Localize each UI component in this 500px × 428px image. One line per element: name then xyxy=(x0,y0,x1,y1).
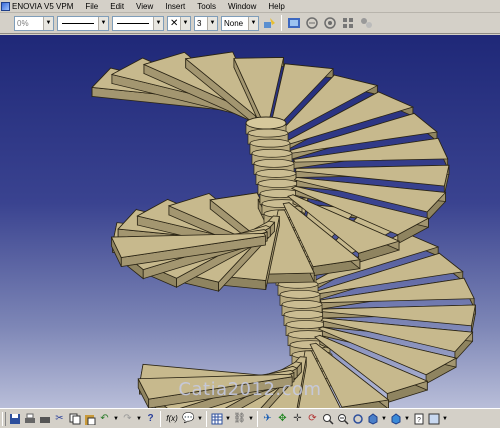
graphic-properties-toolbar: 0% ▼ ▼ ▼ ✕ ▼ 3 ▼ None ▼ xyxy=(0,13,500,34)
layer-combo[interactable]: None ▼ xyxy=(221,15,259,31)
format-painter-icon[interactable] xyxy=(262,16,277,31)
line-type-sample xyxy=(62,22,94,24)
formula-icon[interactable]: f(x) xyxy=(164,412,180,426)
toolbar-separator xyxy=(160,410,161,427)
chevron-down-icon[interactable]: ▼ xyxy=(43,16,53,30)
chevron-down-icon[interactable]: ▼ xyxy=(180,16,190,30)
toolbar-separator xyxy=(281,15,282,31)
chevron-down-icon[interactable]: ▼ xyxy=(248,412,254,426)
table-icon[interactable] xyxy=(210,412,223,426)
save-icon[interactable] xyxy=(8,412,21,426)
rotate-icon[interactable]: ⟳ xyxy=(306,412,319,426)
menu-insert[interactable]: Insert xyxy=(159,0,191,13)
grip-handle[interactable] xyxy=(2,411,6,426)
redo-icon[interactable]: ↷ xyxy=(121,412,134,426)
hide-show-icon[interactable]: ? xyxy=(412,412,425,426)
grip-handle[interactable] xyxy=(2,15,11,31)
3d-viewport[interactable]: Catia2012.com xyxy=(0,35,500,408)
shading-icon[interactable] xyxy=(389,412,402,426)
transparency-value: 0% xyxy=(17,18,29,28)
chevron-down-icon[interactable]: ▼ xyxy=(442,412,448,426)
fly-mode-icon[interactable]: ✈ xyxy=(261,412,274,426)
menu-file[interactable]: File xyxy=(79,0,104,13)
undo-icon[interactable]: ↶ xyxy=(98,412,111,426)
chevron-down-icon[interactable]: ▼ xyxy=(225,412,231,426)
copy-icon[interactable] xyxy=(68,412,81,426)
views-icon[interactable] xyxy=(366,412,379,426)
chevron-down-icon[interactable]: ▼ xyxy=(404,412,410,426)
menu-window[interactable]: Window xyxy=(222,0,262,13)
chevron-down-icon[interactable]: ▼ xyxy=(197,412,203,426)
menu-help[interactable]: Help xyxy=(262,0,290,13)
column-cap xyxy=(245,116,287,130)
app-title: ENOVIA V5 VPM xyxy=(12,1,74,11)
line-count-combo[interactable]: 3 ▼ xyxy=(194,15,218,31)
properties-icon[interactable] xyxy=(322,16,337,31)
toolbar-separator xyxy=(257,410,258,427)
normal-view-icon[interactable] xyxy=(351,412,364,426)
watermark-text: Catia2012.com xyxy=(178,379,322,400)
spiral-staircase-model[interactable] xyxy=(0,35,500,408)
line-count-value: 3 xyxy=(197,18,202,28)
knowledge-icon[interactable] xyxy=(358,16,373,31)
menu-view[interactable]: View xyxy=(130,0,159,13)
whats-this-icon[interactable]: ? xyxy=(144,412,157,426)
menu-bar: ENOVIA V5 VPM File Edit View Insert Tool… xyxy=(0,0,500,13)
menu-tools[interactable]: Tools xyxy=(191,0,222,13)
apply-material-icon[interactable] xyxy=(286,16,301,31)
chevron-down-icon[interactable]: ▼ xyxy=(207,16,217,30)
cut-icon[interactable]: ✂ xyxy=(53,412,66,426)
menu-edit[interactable]: Edit xyxy=(104,0,130,13)
chevron-down-icon[interactable]: ▼ xyxy=(98,16,108,30)
toolbar-separator xyxy=(206,410,207,427)
bottom-toolbar: ✂ ↶ ▼ ↷ ▼ ? f(x) 💬 ▼ ▼ ⛓ ▼ ✈ ✥ ✛ ⟳ ▼ ▼ ?… xyxy=(0,408,500,428)
swap-visible-space-icon[interactable] xyxy=(427,412,440,426)
transparency-combo[interactable]: 0% ▼ xyxy=(14,15,54,31)
hyperlink-icon[interactable]: ⛓ xyxy=(233,412,246,426)
svg-text:?: ? xyxy=(417,417,421,424)
chevron-down-icon[interactable]: ▼ xyxy=(248,16,258,30)
line-thickness-combo[interactable]: ▼ xyxy=(112,15,164,31)
cross-symbol-icon: ✕ xyxy=(170,17,179,29)
chevron-down-icon[interactable]: ▼ xyxy=(113,412,119,426)
quick-print-icon[interactable] xyxy=(38,412,51,426)
line-type-combo[interactable]: ▼ xyxy=(57,15,109,31)
chevron-down-icon[interactable]: ▼ xyxy=(153,16,163,30)
fit-all-icon[interactable]: ✥ xyxy=(276,412,289,426)
zoom-out-icon[interactable] xyxy=(336,412,349,426)
comment-icon[interactable]: 💬 xyxy=(182,412,195,426)
app-logo-icon xyxy=(1,1,10,11)
layer-filter-icon[interactable] xyxy=(304,16,319,31)
zoom-in-icon[interactable] xyxy=(321,412,334,426)
pan-icon[interactable]: ✛ xyxy=(291,412,304,426)
line-thickness-sample xyxy=(117,22,149,24)
paste-icon[interactable] xyxy=(83,412,96,426)
catalog-icon[interactable] xyxy=(340,16,355,31)
chevron-down-icon[interactable]: ▼ xyxy=(381,412,387,426)
point-symbol-combo[interactable]: ✕ ▼ xyxy=(167,15,191,31)
print-icon[interactable] xyxy=(23,412,36,426)
chevron-down-icon[interactable]: ▼ xyxy=(136,412,142,426)
layer-value: None xyxy=(224,18,244,28)
